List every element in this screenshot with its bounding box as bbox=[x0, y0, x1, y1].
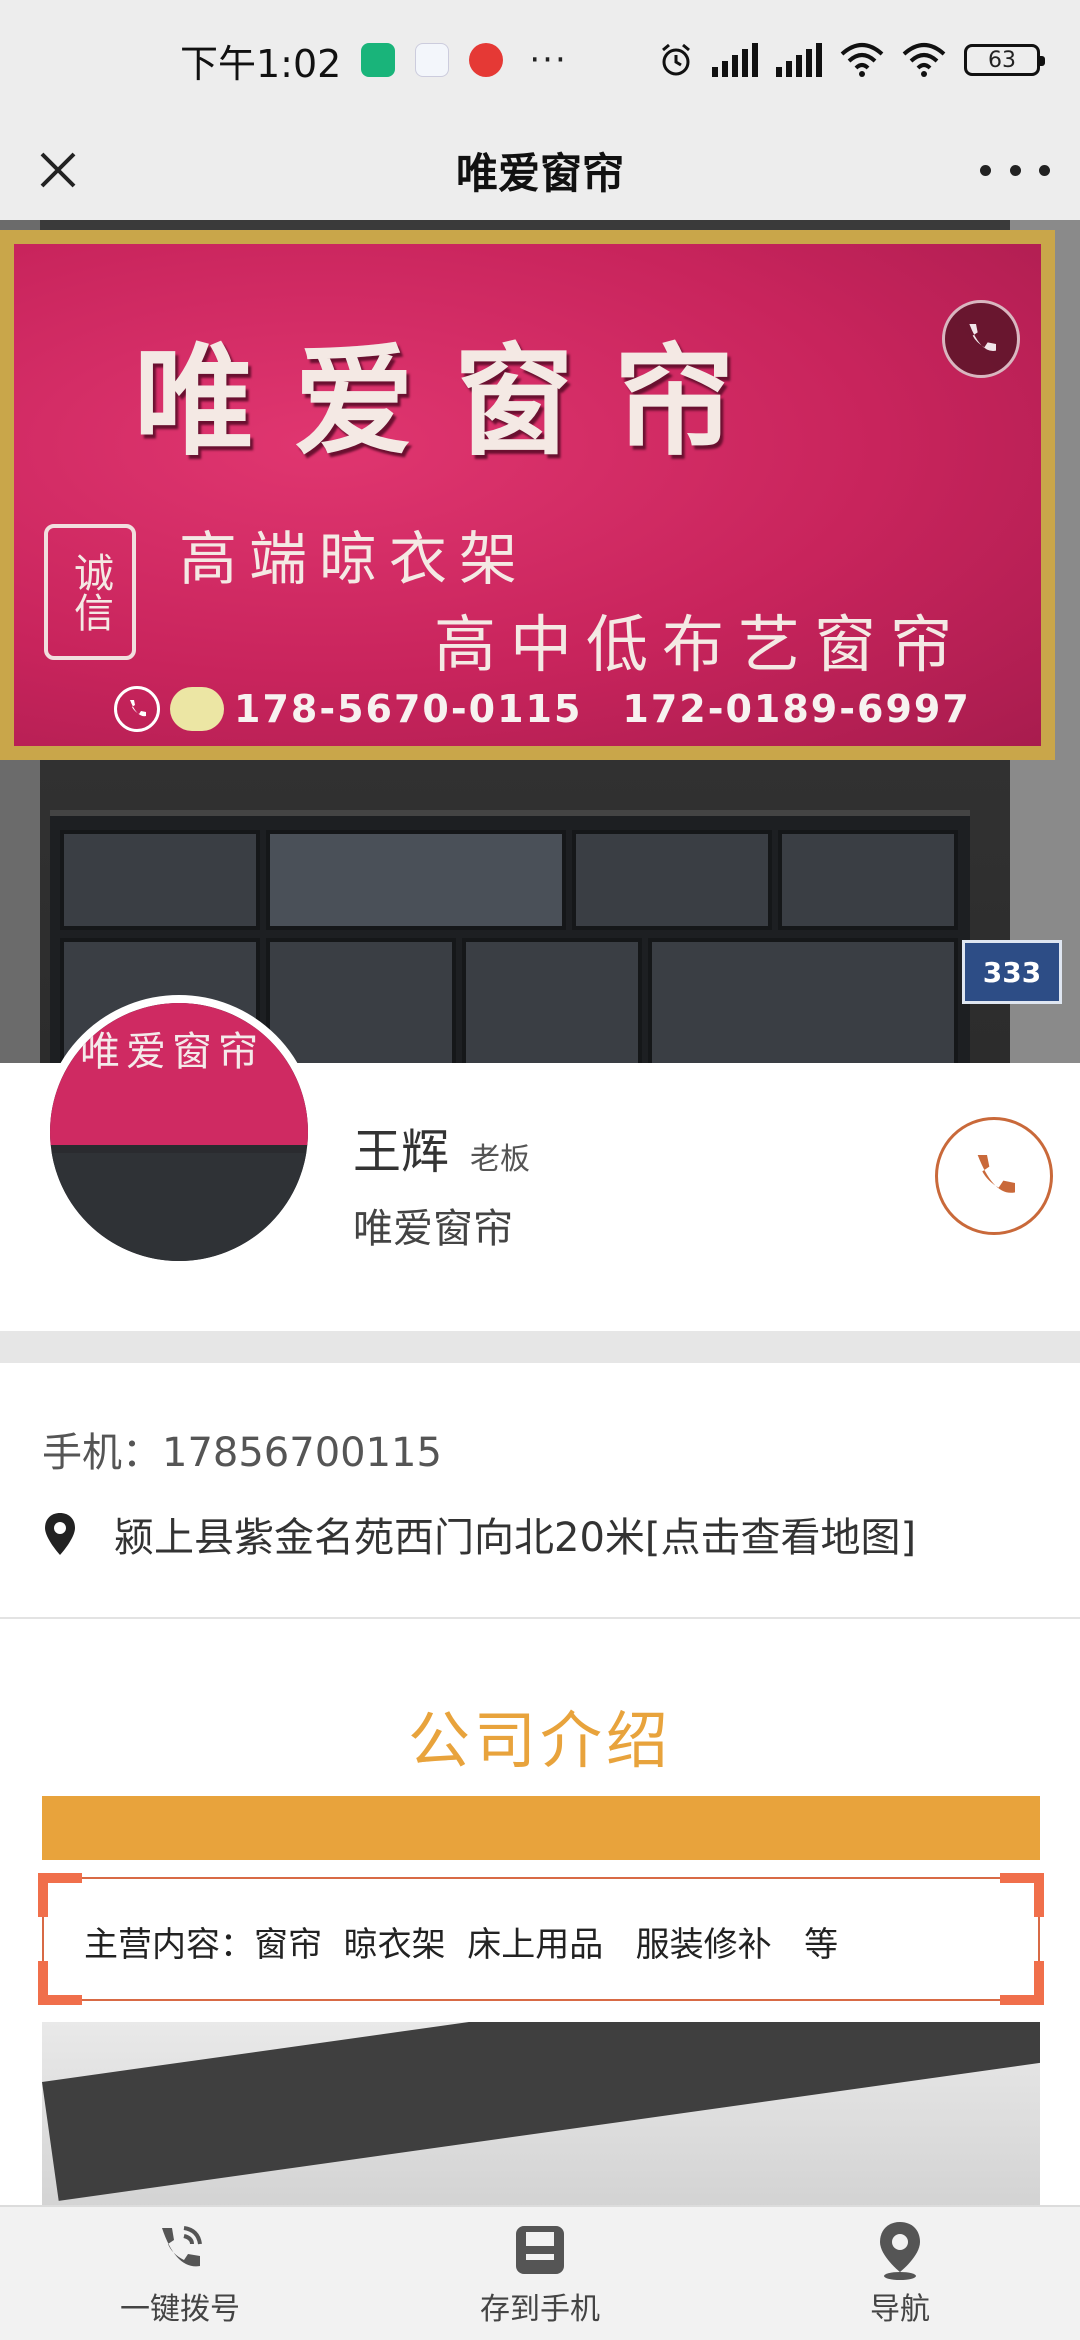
page-title: 唯爱窗帘 bbox=[455, 148, 624, 198]
business-scope-box: 主营内容：窗帘 晾衣架 床上用品 服装修补 等 bbox=[38, 1873, 1044, 2005]
status-right-group: 63 bbox=[658, 42, 1045, 78]
title-bar: 唯爱窗帘 bbox=[0, 120, 1080, 220]
sign-line-2: 高中低布艺窗帘 bbox=[434, 608, 967, 681]
screen: 下午1:02 ··· 63 唯爱窗帘 唯爱窗帘 诚信 高端晾衣架 高中低布艺窗帘… bbox=[0, 0, 1080, 2340]
sign-wechat-icon bbox=[170, 687, 224, 731]
sign-title: 唯爱窗帘 bbox=[134, 331, 774, 472]
intro-accent-bar bbox=[42, 1796, 1040, 1860]
phone-call-icon bbox=[162, 2225, 202, 2266]
nav-one-click-dial[interactable]: 一键拨号 bbox=[0, 2207, 360, 2340]
nav-label-save: 存到手机 bbox=[480, 2291, 600, 2327]
shop-signboard: 唯爱窗帘 诚信 高端晾衣架 高中低布艺窗帘 178-5670-0115 172-… bbox=[0, 230, 1055, 760]
location-pin-icon bbox=[45, 1513, 75, 1555]
signal-strength-2-icon bbox=[776, 43, 822, 77]
sign-phone-icon bbox=[114, 686, 160, 732]
phone-icon bbox=[977, 1155, 1015, 1193]
contact-company: 唯爱窗帘 bbox=[353, 1206, 513, 1252]
more-options-icon[interactable] bbox=[980, 142, 1050, 198]
save-contact-icon bbox=[516, 2225, 564, 2274]
close-icon[interactable] bbox=[30, 142, 86, 198]
wifi-icon bbox=[840, 43, 884, 77]
status-app-icons bbox=[361, 43, 504, 77]
business-scope-text: 主营内容：窗帘 晾衣架 床上用品 服装修补 等 bbox=[84, 1925, 839, 1965]
sign-phone-1: 178-5670-0115 bbox=[234, 687, 583, 731]
phone-number[interactable]: 手机：17856700115 bbox=[42, 1420, 442, 1478]
ceiling-beam bbox=[42, 2022, 1040, 2201]
status-bar: 下午1:02 ··· 63 bbox=[0, 0, 1080, 120]
address-row[interactable]: 颍上县紫金名苑西门向北20米[点击查看地图] bbox=[42, 1505, 916, 1563]
section-divider bbox=[0, 1331, 1080, 1363]
sign-phone-2: 172-0189-6997 bbox=[622, 687, 971, 731]
sign-line-1: 高端晾衣架 bbox=[179, 525, 530, 593]
avatar-sign-title: 唯爱窗帘 bbox=[80, 1029, 264, 1075]
signal-strength-1-icon bbox=[712, 43, 758, 77]
storefront-photo: 唯爱窗帘 诚信 高端晾衣架 高中低布艺窗帘 178-5670-0115 172-… bbox=[0, 220, 1080, 1065]
floating-phone-icon[interactable] bbox=[942, 300, 1020, 378]
avatar: 唯爱窗帘 bbox=[42, 995, 316, 1269]
nav-label-navigation: 导航 bbox=[870, 2291, 930, 2327]
company-intro-title: 公司介绍 bbox=[407, 1704, 672, 1777]
nav-label-dial: 一键拨号 bbox=[120, 2291, 240, 2327]
status-more-indicator: ··· bbox=[529, 40, 568, 80]
cloud-app-icon bbox=[415, 43, 450, 77]
shield-app-icon bbox=[361, 43, 396, 77]
door-number-plate: 333 bbox=[962, 940, 1062, 1004]
contact-name: 王辉 bbox=[353, 1124, 450, 1180]
mascot-app-icon bbox=[469, 43, 504, 77]
location-pin-icon bbox=[880, 2221, 920, 2280]
bottom-nav: 一键拨号 存到手机 导航 bbox=[0, 2205, 1080, 2340]
contact-role: 老板 bbox=[470, 1142, 530, 1177]
nav-save-to-phone[interactable]: 存到手机 bbox=[360, 2207, 720, 2340]
alarm-icon bbox=[662, 43, 690, 76]
sign-badge: 诚信 bbox=[44, 524, 136, 660]
avatar-sign: 唯爱窗帘 bbox=[50, 1003, 308, 1145]
nav-navigation[interactable]: 导航 bbox=[720, 2207, 1080, 2340]
battery-icon: 63 bbox=[964, 44, 1045, 76]
sign-phones: 178-5670-0115 172-0189-6997 bbox=[114, 686, 971, 732]
divider-line bbox=[0, 1617, 1080, 1619]
call-button[interactable] bbox=[935, 1117, 1053, 1235]
address-text[interactable]: 颍上县紫金名苑西门向北20米[点击查看地图] bbox=[114, 1505, 916, 1563]
avatar-windows bbox=[50, 1152, 308, 1261]
status-time: 下午1:02 bbox=[180, 41, 342, 86]
wifi-icon-2 bbox=[902, 43, 946, 77]
